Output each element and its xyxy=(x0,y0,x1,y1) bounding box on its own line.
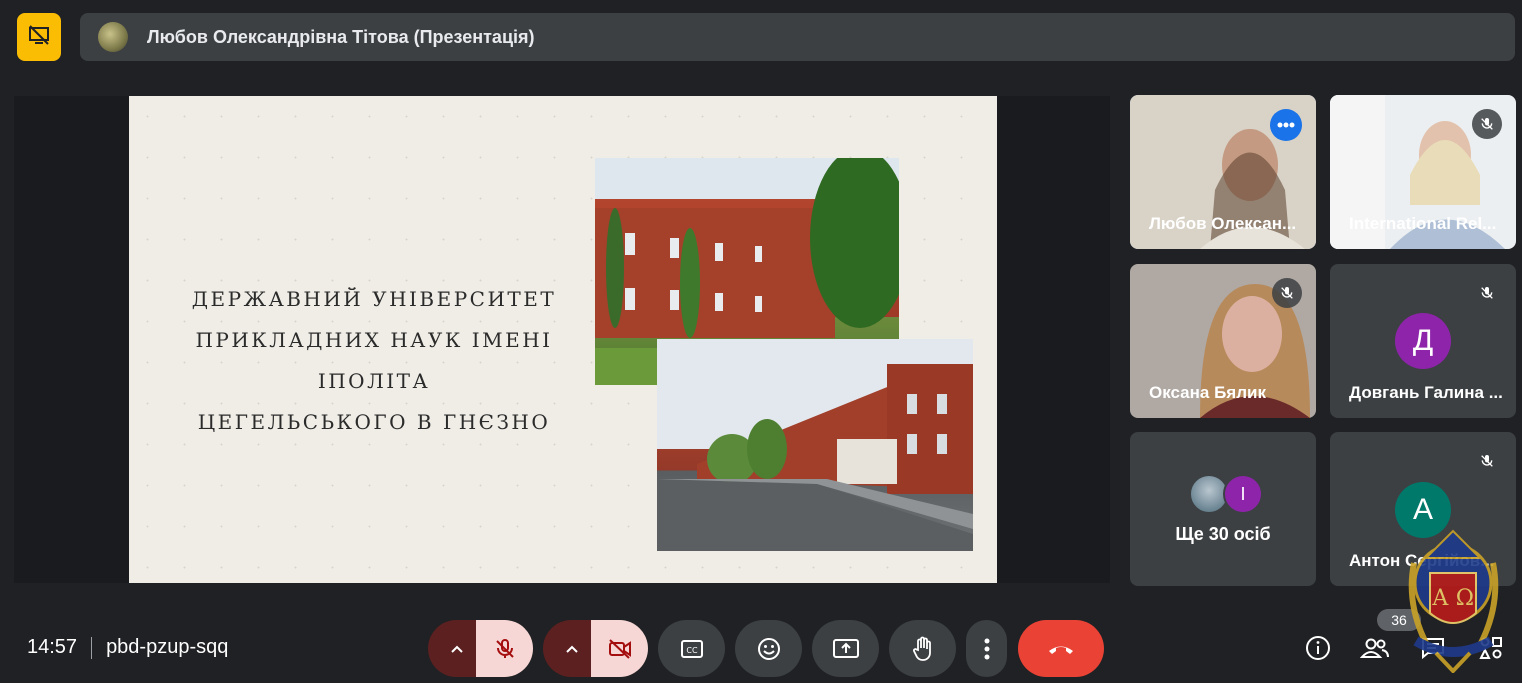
mic-off-icon xyxy=(1472,109,1502,139)
participant-tile[interactable]: Д Довгань Галина ... xyxy=(1330,264,1516,418)
more-avatars: I xyxy=(1189,474,1263,514)
avatar: Д xyxy=(1395,313,1451,369)
mic-off-icon xyxy=(495,638,514,658)
more-vert-icon xyxy=(984,638,989,659)
chevron-up-icon xyxy=(566,645,578,653)
presenter-label: Любов Олександрівна Тітова (Презентація) xyxy=(147,26,535,47)
slide-title-line: Цегельського в Гнєзно xyxy=(197,410,551,434)
meeting-time: 14:57 xyxy=(27,636,78,658)
emoji-icon xyxy=(757,637,780,660)
speaking-indicator-icon xyxy=(1270,109,1302,141)
present-screen-icon xyxy=(832,638,859,658)
meeting-code: pbd-pzup-sqq xyxy=(106,636,229,658)
participant-name: Оксана Бялик xyxy=(1149,383,1266,402)
more-participants-tile[interactable]: I Ще 30 осіб xyxy=(1130,432,1316,586)
captions-button[interactable]: CC xyxy=(658,620,725,677)
hand-icon xyxy=(912,636,931,661)
reactions-button[interactable] xyxy=(735,620,802,677)
building-photo-2 xyxy=(657,339,973,551)
present-now-button[interactable] xyxy=(812,620,879,677)
presenter-avatar xyxy=(98,22,128,52)
chevron-up-icon xyxy=(451,645,463,653)
meeting-info: 14:57 pbd-pzup-sqq xyxy=(27,636,228,659)
crest-letters: А Ω xyxy=(1432,586,1474,611)
info-icon xyxy=(1306,636,1330,660)
meeting-details-button[interactable] xyxy=(1300,630,1336,666)
camera-off-icon xyxy=(608,638,631,659)
slide-title: Державний університет прикладних наук ім… xyxy=(169,279,579,443)
participant-name: Любов Олексан... xyxy=(1149,214,1297,233)
svg-text:CC: CC xyxy=(686,646,698,655)
mic-off-icon xyxy=(1472,446,1502,476)
slide-title-line: прикладних наук імені Іполіта xyxy=(195,328,553,393)
more-options-button[interactable] xyxy=(966,620,1007,677)
avatar: I xyxy=(1223,474,1263,514)
hide-presentation-button[interactable] xyxy=(17,13,61,61)
hang-up-icon xyxy=(1049,646,1073,654)
camera-toggle-button[interactable] xyxy=(591,620,648,677)
people-button[interactable] xyxy=(1357,630,1393,666)
more-participants-label: Ще 30 осіб xyxy=(1175,524,1271,544)
participant-name: Довгань Галина ... xyxy=(1349,383,1503,402)
participant-tile[interactable]: Оксана Бялик xyxy=(1130,264,1316,418)
slide-title-line: Державний університет xyxy=(191,287,557,311)
raise-hand-button[interactable] xyxy=(889,620,956,677)
captions-icon: CC xyxy=(680,639,703,658)
mic-off-icon xyxy=(1472,278,1502,308)
microphone-toggle-button[interactable] xyxy=(476,620,533,677)
shared-slide: Державний університет прикладних наук ім… xyxy=(129,96,997,583)
people-icon xyxy=(1360,638,1389,658)
presenter-banner: Любов Олександрівна Тітова (Презентація) xyxy=(80,13,1515,61)
participant-name: International Rel... xyxy=(1349,214,1497,233)
participant-tile[interactable]: International Rel... xyxy=(1330,95,1516,249)
university-crest-logo: А Ω xyxy=(1396,523,1511,674)
presentation-off-icon xyxy=(27,23,51,52)
mic-off-icon xyxy=(1272,278,1302,308)
divider xyxy=(91,636,93,659)
participant-tile[interactable]: Любов Олексан... xyxy=(1130,95,1316,249)
leave-call-button[interactable] xyxy=(1018,620,1104,677)
